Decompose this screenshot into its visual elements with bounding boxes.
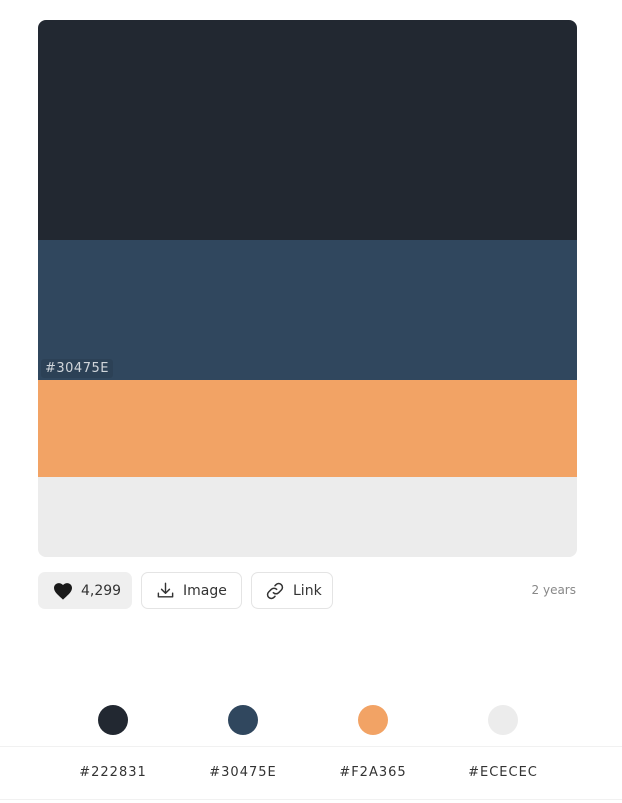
- like-count: 4,299: [81, 582, 122, 599]
- download-icon: [155, 581, 175, 601]
- download-image-button[interactable]: Image: [141, 572, 242, 609]
- image-button-label: Image: [183, 582, 227, 599]
- color-dots: [48, 705, 568, 735]
- swatch-hex-label[interactable]: #30475E: [41, 359, 113, 378]
- color-dot-4[interactable]: [488, 705, 518, 735]
- swatch-4[interactable]: [38, 477, 577, 557]
- swatch-3[interactable]: [38, 380, 577, 477]
- hex-codes-row: #222831 #30475E #F2A365 #ECECEC: [0, 746, 622, 800]
- link-icon: [265, 581, 285, 601]
- hex-code-2[interactable]: #30475E: [178, 765, 308, 780]
- hex-code-4[interactable]: #ECECEC: [438, 765, 568, 780]
- swatch-1[interactable]: [38, 20, 577, 240]
- color-palette: #30475E: [38, 20, 577, 557]
- posted-time: 2 years: [531, 583, 576, 597]
- swatch-2[interactable]: #30475E: [38, 240, 577, 380]
- link-button-label: Link: [293, 582, 322, 599]
- hex-code-3[interactable]: #F2A365: [308, 765, 438, 780]
- palette-actions: 4,299 Image Link: [38, 572, 333, 609]
- color-dot-1[interactable]: [98, 705, 128, 735]
- color-dot-2[interactable]: [228, 705, 258, 735]
- like-button[interactable]: 4,299: [38, 572, 132, 609]
- hex-code-1[interactable]: #222831: [48, 765, 178, 780]
- heart-icon: [53, 581, 73, 601]
- color-dot-3[interactable]: [358, 705, 388, 735]
- copy-link-button[interactable]: Link: [251, 572, 333, 609]
